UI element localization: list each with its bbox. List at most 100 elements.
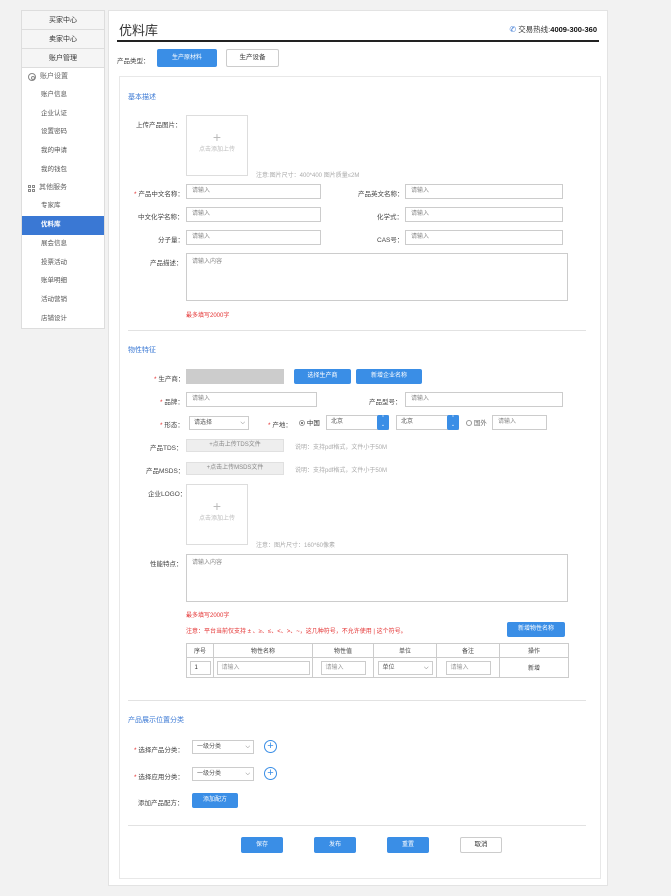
sidebar-item-account-info[interactable]: 账户信息 <box>22 86 104 105</box>
product-image-upload[interactable]: + 点击添加上传 <box>186 115 248 176</box>
add-app-cat-icon[interactable]: + <box>264 767 277 780</box>
hotline-number: 4009-300-360 <box>550 25 597 34</box>
add-company-button[interactable]: 新增企业名称 <box>356 369 422 384</box>
unit-select[interactable]: 单位 ⌵ <box>377 660 433 675</box>
sidebar-item-my-wallet[interactable]: 我的钱包 <box>22 161 104 180</box>
en-name-label: 产品英文名称： <box>358 191 404 198</box>
hotline-label: 交易热线: <box>518 25 551 34</box>
origin-foreign-radio[interactable]: 国外 <box>466 417 487 427</box>
upload-image-label: 上传产品图片： <box>136 122 182 129</box>
sidebar-item-material-library[interactable]: 优料库 <box>22 216 104 235</box>
sidebar-item-company-cert[interactable]: 企业认证 <box>22 105 104 124</box>
cas-label: CAS号： <box>377 237 404 244</box>
msds-note: 说明：支持pdf格式，文件小于50M <box>295 468 388 474</box>
tds-label: 产品TDS： <box>150 445 183 452</box>
property-table: 序号 物性名称 物性值 单位 备注 操作 1 请输入 请输入 单位 ⌵ 请输入 新… <box>186 643 569 678</box>
sidebar-buyer-center[interactable]: 买家中心 <box>22 11 104 30</box>
section-title-display: 产品展示位置分类 <box>128 717 184 724</box>
remark-input[interactable]: 请输入 <box>445 660 491 675</box>
col-header: 单位 <box>373 643 437 658</box>
upload-text: 点击添加上传 <box>198 147 235 153</box>
origin-china-radio[interactable]: 中国 <box>299 417 320 427</box>
sidebar-item-exhibition-info[interactable]: 展会信息 <box>22 235 104 254</box>
sidebar-group-label: 账户设置 <box>40 73 68 80</box>
formula-label: 添加产品配方： <box>138 800 184 807</box>
plus-icon: + <box>212 498 222 514</box>
table-header-row: 序号 物性名称 物性值 单位 备注 操作 <box>186 643 569 658</box>
property-name-input[interactable]: 请输入 <box>216 660 310 675</box>
sidebar-item-billing[interactable]: 账单明细 <box>22 272 104 291</box>
title-divider <box>117 40 599 42</box>
cn-name-input[interactable]: 请输入 <box>186 184 321 199</box>
chevron-down-icon: ⌵ <box>423 664 429 671</box>
cn-name-label: * 产品中文名称： <box>134 191 184 198</box>
divider <box>128 700 586 701</box>
col-header: 操作 <box>499 643 569 658</box>
add-product-cat-icon[interactable]: + <box>264 740 277 753</box>
chem-name-input[interactable]: 请输入 <box>186 207 321 222</box>
section-title-physical: 物性特征 <box>128 347 156 354</box>
app-cat-select[interactable]: 一级分类 ⌵ <box>192 767 254 781</box>
cas-input[interactable]: 请输入 <box>405 230 563 245</box>
producer-label: * 生产商： <box>154 376 185 383</box>
chevron-down-icon: ⌵ <box>240 420 245 426</box>
reset-button[interactable]: 重置 <box>387 837 429 853</box>
app-cat-label: * 选择应用分类： <box>134 774 184 781</box>
logo-upload[interactable]: + 点击添加上传 <box>186 484 248 545</box>
sidebar-item-set-password[interactable]: 设置密码 <box>22 123 104 142</box>
cancel-button[interactable]: 取消 <box>460 837 502 853</box>
tab-raw-material[interactable]: 生产原材料 <box>157 49 217 67</box>
msds-label: 产品MSDS： <box>146 468 185 475</box>
upload-note: 注意:图片尺寸：400*400 图片质量≤2M <box>256 173 360 179</box>
model-input[interactable]: 请输入 <box>405 392 563 407</box>
property-value-input[interactable]: 请输入 <box>320 660 366 675</box>
product-type-label: 产品类型： <box>117 58 150 65</box>
sidebar-item-my-applications[interactable]: 我的申请 <box>22 142 104 161</box>
row-index[interactable]: 1 <box>189 660 211 675</box>
add-property-button[interactable]: 新增物性名称 <box>507 622 565 637</box>
brand-label: * 品牌： <box>160 399 184 406</box>
sidebar-item-expert-library[interactable]: 专家库 <box>22 197 104 216</box>
sidebar-account-management[interactable]: 账户管理 <box>22 49 104 68</box>
formula-input[interactable]: 请输入 <box>405 207 563 222</box>
producer-field[interactable] <box>186 369 284 384</box>
desc-textarea[interactable]: 请输入内容 <box>186 253 568 301</box>
sidebar-item-voting[interactable]: 投票活动 <box>22 254 104 273</box>
tab-equipment[interactable]: 生产设备 <box>226 49 279 67</box>
add-row-action[interactable]: 新增 <box>499 657 569 678</box>
sidebar-item-marketing[interactable]: 活动营销 <box>22 291 104 310</box>
formula-label: 化学式： <box>377 214 403 221</box>
form-section: 基本描述 上传产品图片： + 点击添加上传 注意:图片尺寸：400*400 图片… <box>119 76 601 879</box>
symbol-note: 注意：平台当前仅支持 ± 、≥、≤、<、>、~，这几种符号，不允许使用 | 这个… <box>186 629 407 635</box>
mw-input[interactable]: 请输入 <box>186 230 321 245</box>
en-name-input[interactable]: 请输入 <box>405 184 563 199</box>
spinner-icon: ⌃ ⌄ <box>447 415 459 430</box>
spinner-icon: ⌃ ⌄ <box>377 415 389 430</box>
sidebar-group-other-services: 其他服务 <box>22 179 104 197</box>
sidebar-item-shop-design[interactable]: 店铺设计 <box>22 310 104 329</box>
form-select[interactable]: 请选择 ⌵ <box>189 416 249 430</box>
origin-city-select[interactable]: 北京 ⌃ ⌄ <box>396 415 459 430</box>
grid-icon <box>28 184 35 192</box>
save-button[interactable]: 保存 <box>241 837 283 853</box>
sidebar-group-account-settings: 账户设置 <box>22 68 104 86</box>
chevron-down-icon: ⌵ <box>245 771 250 777</box>
col-header: 物性名称 <box>213 643 313 658</box>
publish-button[interactable]: 发布 <box>314 837 356 853</box>
brand-input[interactable]: 请输入 <box>186 392 317 407</box>
product-cat-select[interactable]: 一级分类 ⌵ <box>192 740 254 754</box>
origin-foreign-input[interactable]: 请输入 <box>492 415 547 430</box>
desc-limit: 最多填写2000字 <box>186 313 230 319</box>
sidebar-seller-center[interactable]: 卖家中心 <box>22 30 104 49</box>
choose-producer-button[interactable]: 选择生产商 <box>294 369 351 384</box>
divider <box>128 330 586 331</box>
perf-textarea[interactable]: 请输入内容 <box>186 554 568 602</box>
tds-upload-button[interactable]: +点击上传TDS文件 <box>186 439 284 452</box>
perf-limit: 最多填写2000字 <box>186 613 230 619</box>
phone-icon: ✆ <box>509 25 517 34</box>
msds-upload-button[interactable]: +点击上传MSDS文件 <box>186 462 284 475</box>
hotline: ✆ 交易热线:4009-300-360 <box>509 24 597 35</box>
origin-province-select[interactable]: 北京 ⌃ ⌄ <box>326 415 389 430</box>
add-formula-button[interactable]: 添加配方 <box>192 793 238 808</box>
table-row: 1 请输入 请输入 单位 ⌵ 请输入 新增 <box>186 657 569 678</box>
